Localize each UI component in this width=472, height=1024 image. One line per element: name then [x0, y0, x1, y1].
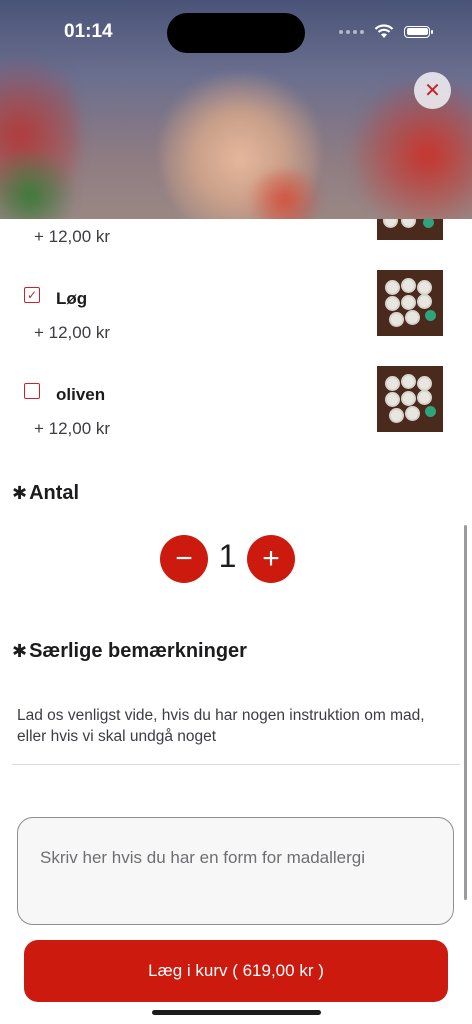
option-name: oliven: [56, 385, 106, 404]
divider: [12, 764, 460, 765]
option-price: + 12,00 kr: [34, 419, 111, 438]
status-time: 01:14: [64, 21, 113, 42]
home-indicator: [152, 1010, 321, 1015]
option-name: Løg: [56, 289, 88, 308]
minus-icon: −: [175, 542, 193, 575]
checkmark-icon: ✓: [26, 288, 38, 302]
plus-icon: +: [262, 542, 280, 575]
remarks-title: Særlige bemærkninger: [29, 640, 247, 662]
quantity-value: 1: [218, 538, 237, 574]
puzzle-icon: ✱: [12, 483, 28, 503]
dynamic-island: [167, 13, 305, 53]
status-icons: [339, 24, 433, 39]
option-image: [377, 270, 443, 336]
quantity-section-title: ✱ Antal: [12, 482, 79, 505]
wifi-icon: [374, 24, 394, 38]
increase-quantity-button[interactable]: +: [247, 535, 295, 583]
option-image: [377, 366, 443, 432]
remarks-section-title: ✱ Særlige bemærkninger: [12, 640, 247, 663]
option-price: + 12,00 kr: [34, 227, 111, 246]
option-price: + 12,00 kr: [34, 323, 111, 342]
option-checkbox[interactable]: [24, 383, 40, 399]
close-button[interactable]: ✕: [414, 72, 451, 109]
quantity-title: Antal: [29, 482, 80, 504]
battery-icon: [404, 25, 433, 38]
scrollbar[interactable]: [464, 525, 467, 900]
puzzle-icon: ✱: [12, 641, 28, 661]
cellular-signal-icon: [339, 29, 364, 34]
option-checkbox[interactable]: ✓: [24, 287, 40, 303]
add-to-cart-button[interactable]: Læg i kurv ( 619,00 kr ): [24, 940, 448, 1002]
option-image: [377, 219, 443, 240]
decrease-quantity-button[interactable]: −: [160, 535, 208, 583]
close-icon: ✕: [424, 79, 441, 102]
allergy-input[interactable]: [17, 817, 454, 925]
remarks-description: Lad os venligst vide, hvis du har nogen …: [17, 707, 425, 745]
